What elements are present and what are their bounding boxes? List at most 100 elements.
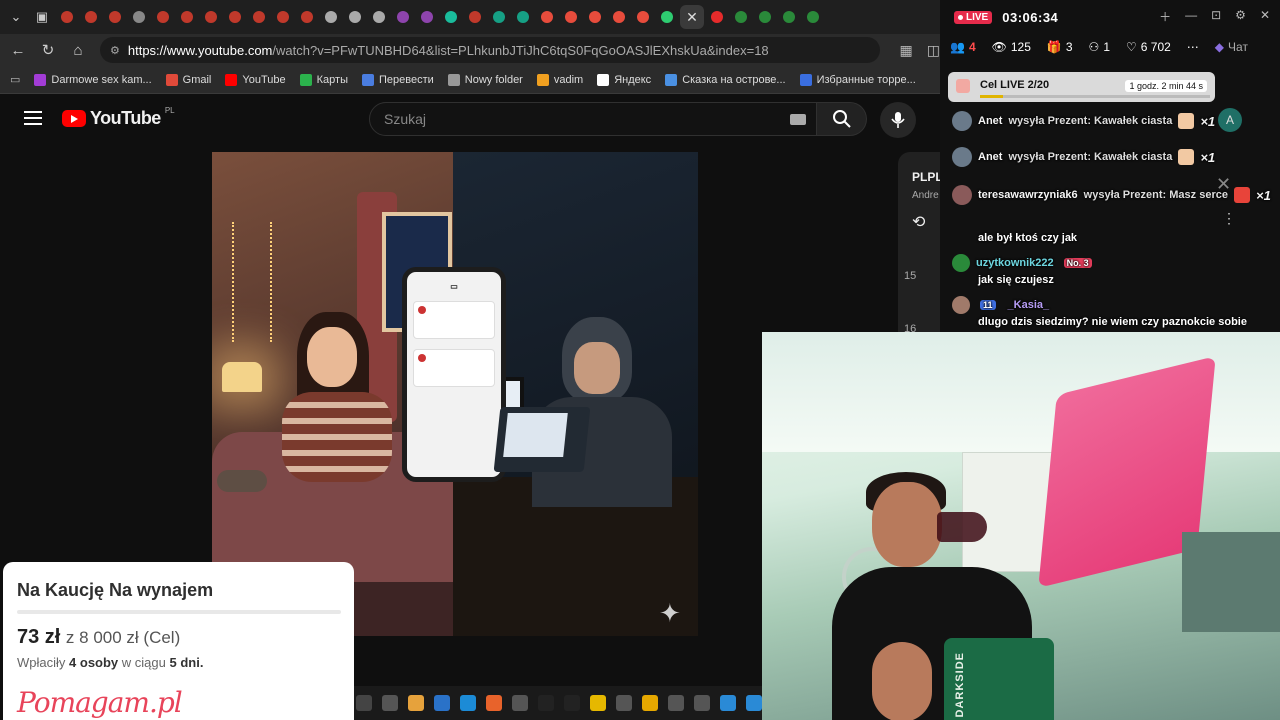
tab[interactable] <box>464 5 486 29</box>
tab[interactable] <box>56 5 78 29</box>
bookmark-item[interactable]: Карты <box>299 73 348 86</box>
split-screen-icon[interactable]: ▦ <box>900 42 913 59</box>
tab[interactable] <box>176 5 198 29</box>
tab[interactable] <box>802 5 824 29</box>
girl-sweater <box>282 392 392 482</box>
tab[interactable] <box>730 5 752 29</box>
tiktok-icon[interactable] <box>538 695 554 711</box>
search-button[interactable] <box>817 102 867 136</box>
tab[interactable] <box>320 5 342 29</box>
tab[interactable] <box>656 5 678 29</box>
tab[interactable] <box>560 5 582 29</box>
bookmarks-bar: ▭ Darmowe sex kam... Gmail YouTube Карты Пер… <box>0 66 940 94</box>
chat-tab[interactable]: ◆ Чат <box>1215 40 1248 54</box>
tab-favicon-icon <box>565 11 577 23</box>
tab[interactable] <box>392 5 414 29</box>
tab[interactable] <box>80 5 102 29</box>
likes-count: 6 702 <box>1140 40 1171 54</box>
more-options-icon[interactable]: ⋮ <box>1222 210 1236 227</box>
tab[interactable] <box>754 5 776 29</box>
green-mug: DARKSIDE <box>944 638 1054 720</box>
back-icon[interactable]: ← <box>10 42 26 59</box>
search-input[interactable] <box>384 111 764 127</box>
gift-line: Anet wysyła Prezent: Kawałek ciasta ×1 <box>952 147 1215 167</box>
mail-icon[interactable] <box>434 695 450 711</box>
tab-search-icon[interactable]: ⌄ <box>4 5 28 29</box>
stream-timer: 03:06:34 <box>1002 9 1059 25</box>
tab[interactable] <box>368 5 390 29</box>
search-icon[interactable] <box>356 695 372 711</box>
tab[interactable] <box>272 5 294 29</box>
tab[interactable] <box>344 5 366 29</box>
tab[interactable] <box>296 5 318 29</box>
task-view-icon[interactable] <box>382 695 398 711</box>
star-icon[interactable] <box>642 695 658 711</box>
tab[interactable] <box>584 5 606 29</box>
tab[interactable] <box>778 5 800 29</box>
minimize-icon[interactable]: — <box>1185 8 1197 25</box>
tab[interactable] <box>608 5 630 29</box>
goal-time: 1 godz. 2 min 44 s <box>1125 80 1207 92</box>
avatar[interactable]: A <box>1218 108 1242 132</box>
tab[interactable] <box>248 5 270 29</box>
reading-list-icon[interactable]: ▭ <box>10 73 20 86</box>
tab[interactable] <box>128 5 150 29</box>
voice-search-button[interactable] <box>880 102 916 138</box>
sleeping-cat <box>217 470 267 492</box>
tab-active[interactable]: ✕ <box>680 5 704 29</box>
bookmark-item[interactable]: Сказка на острове... <box>665 73 786 86</box>
settings-icon[interactable]: ⚙ <box>1235 8 1246 25</box>
r-icon[interactable] <box>564 695 580 711</box>
check-icon[interactable] <box>746 695 762 711</box>
tab[interactable] <box>706 5 728 29</box>
bookmark-item[interactable]: Nowy folder <box>447 73 523 86</box>
tab-favicon-icon <box>735 11 747 23</box>
youtube-logo[interactable]: YouTube PL <box>62 106 175 129</box>
game-icon[interactable] <box>694 695 710 711</box>
bookmark-item[interactable]: Darmowe sex kam... <box>34 73 152 86</box>
tab[interactable] <box>632 5 654 29</box>
bookmark-item[interactable]: YouTube <box>225 73 286 86</box>
workspaces-icon[interactable]: ▣ <box>30 5 54 29</box>
home-icon[interactable]: ⌂ <box>70 42 86 59</box>
explorer-icon[interactable] <box>408 695 424 711</box>
tab[interactable] <box>440 5 462 29</box>
tab[interactable] <box>512 5 534 29</box>
keyboard-icon[interactable] <box>790 114 806 125</box>
bookmark-item[interactable]: Избранные торре... <box>799 73 916 86</box>
chrome-icon[interactable] <box>590 695 606 711</box>
store-icon[interactable] <box>668 695 684 711</box>
blocked-icon[interactable] <box>616 695 632 711</box>
tab-favicon-icon <box>421 11 433 23</box>
bookmark-item[interactable]: Перевести <box>361 73 434 86</box>
user-avatar <box>952 254 970 272</box>
widgets-icon[interactable] <box>512 695 528 711</box>
close-tab-icon[interactable]: ✕ <box>686 9 698 26</box>
extension-icon[interactable]: ◫ <box>927 42 940 59</box>
close-icon[interactable]: ✕ <box>1260 8 1270 25</box>
bookmark-item[interactable]: vadim <box>536 73 583 86</box>
edge-icon[interactable] <box>460 695 476 711</box>
add-icon[interactable]: ＋ <box>1159 8 1171 25</box>
lock-icon[interactable]: ⊡ <box>1211 8 1221 25</box>
more-icon[interactable]: ⋯ <box>1187 40 1199 54</box>
reload-icon[interactable]: ↻ <box>40 41 56 59</box>
tab-strip: ⌄ ▣ ✕ <box>0 0 940 34</box>
firefox-icon[interactable] <box>486 695 502 711</box>
bookmark-item[interactable]: Яндекс <box>597 73 651 86</box>
tab[interactable] <box>200 5 222 29</box>
username: uzytkownik222 <box>976 257 1054 269</box>
tab[interactable] <box>152 5 174 29</box>
tab[interactable] <box>416 5 438 29</box>
tab[interactable] <box>536 5 558 29</box>
bookmark-item[interactable]: Gmail <box>165 73 211 86</box>
address-bar[interactable]: ⚙ https://www.youtube.com/watch?v=PFwTUN… <box>100 37 880 63</box>
loop-icon[interactable]: ⟲ <box>912 212 925 232</box>
site-info-icon[interactable]: ⚙ <box>110 44 120 57</box>
menu-icon[interactable] <box>24 111 42 125</box>
tab[interactable] <box>224 5 246 29</box>
tab[interactable] <box>104 5 126 29</box>
tab[interactable] <box>488 5 510 29</box>
tab-favicon-icon <box>277 11 289 23</box>
photos-icon[interactable] <box>720 695 736 711</box>
